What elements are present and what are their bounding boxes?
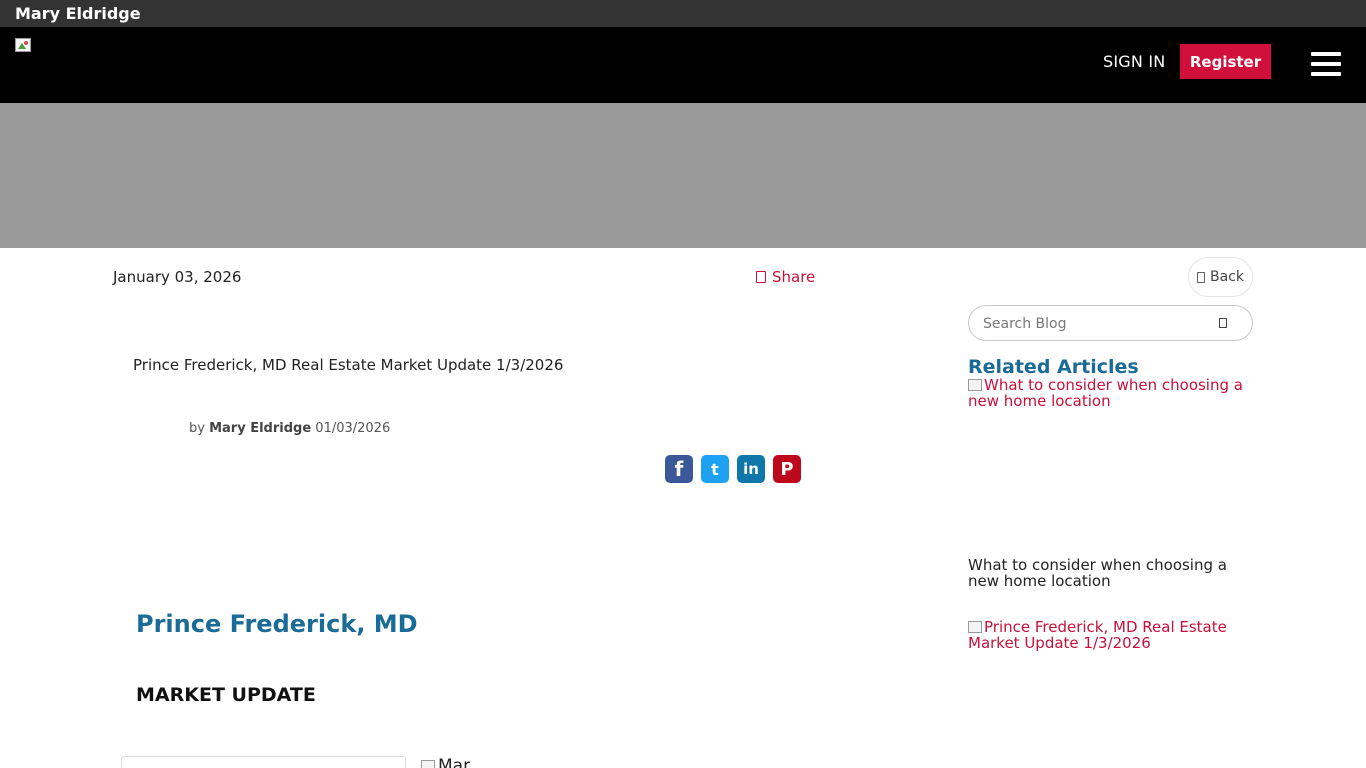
broken-image-icon [421, 760, 435, 768]
chevron-left-icon [1197, 271, 1205, 283]
post-title: Prince Frederick, MD Real Estate Market … [133, 356, 564, 374]
sign-in-link[interactable]: SIGN IN [1103, 52, 1165, 71]
byline: by Mary Eldridge 01/03/2026 [189, 421, 390, 436]
city-heading: Prince Frederick, MD [136, 610, 418, 638]
search-blog-input[interactable] [983, 314, 1203, 334]
facebook-icon[interactable]: f [665, 455, 693, 483]
twitter-icon[interactable]: t [701, 455, 729, 483]
related-article-caption[interactable]: What to consider when choosing a new hom… [968, 557, 1238, 589]
market-stats-box [121, 756, 406, 768]
related-article-image-link[interactable]: Prince Frederick, MD Real Estate Market … [968, 619, 1253, 651]
related-article-image-alt: Prince Frederick, MD Real Estate Market … [968, 618, 1227, 652]
broken-image-icon[interactable] [15, 38, 31, 52]
register-button[interactable]: Register [1180, 44, 1271, 79]
hero-banner [0, 103, 1366, 248]
broken-image-icon [968, 621, 982, 633]
top-strip: Mary Eldridge [0, 0, 1366, 27]
share-button[interactable]: Share [756, 268, 815, 286]
back-label: Back [1210, 269, 1244, 285]
share-icon [756, 271, 766, 283]
agent-name: Mary Eldridge [15, 4, 141, 23]
byline-author[interactable]: Mary Eldridge [209, 421, 311, 436]
navbar: SIGN IN Register [0, 27, 1366, 103]
linkedin-icon[interactable]: in [737, 455, 765, 483]
market-image-alt: Mar... [438, 756, 485, 768]
pinterest-icon[interactable]: P [773, 455, 801, 483]
related-article-image-alt: What to consider when choosing a new hom… [968, 376, 1243, 410]
back-button[interactable]: Back [1188, 257, 1253, 297]
related-article-image-link[interactable]: What to consider when choosing a new hom… [968, 377, 1253, 409]
market-update-heading: MARKET UPDATE [136, 684, 316, 706]
search-blog-box [968, 305, 1253, 341]
byline-date: 01/03/2026 [315, 421, 391, 436]
share-label: Share [772, 268, 816, 286]
byline-by: by [189, 421, 205, 436]
market-image: Mar... [421, 756, 561, 768]
post-date: January 03, 2026 [113, 268, 242, 286]
related-articles-title: Related Articles [968, 356, 1139, 378]
search-icon[interactable] [1219, 318, 1227, 328]
broken-image-icon [968, 379, 982, 391]
hamburger-icon[interactable] [1311, 52, 1341, 76]
